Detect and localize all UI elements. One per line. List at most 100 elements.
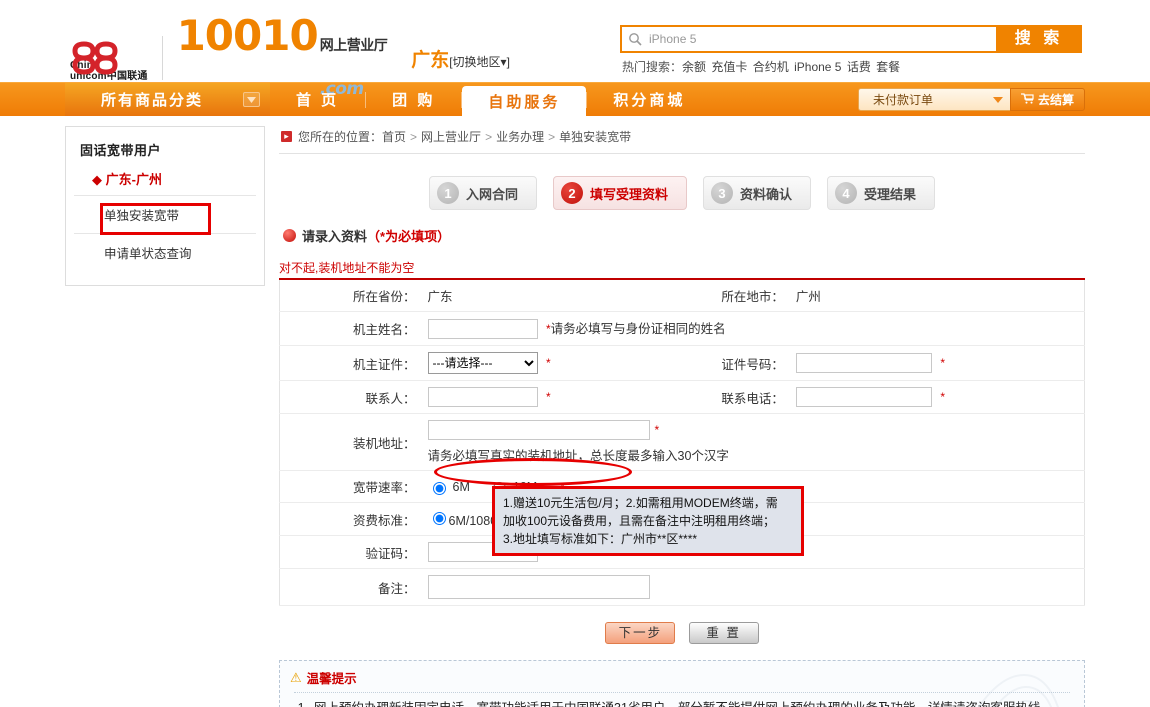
owner-name-label: 机主姓名： — [279, 311, 422, 346]
order-area: 未付款订单 去结算 — [857, 88, 1085, 111]
owner-id-type-select[interactable]: ---请选择--- — [427, 352, 538, 374]
main-nav: 所有商品分类 首 页 团 购 自助服务 积分商城 未付款订单 去结算 — [0, 82, 1150, 116]
hot-keyword[interactable]: 余额 — [682, 60, 706, 74]
required-star: * — [654, 423, 660, 437]
nav-item-home[interactable]: 首 页 — [270, 83, 365, 116]
contact-input[interactable] — [427, 387, 538, 407]
application-form: 所在省份： 广东 所在地市： 广州 机主姓名： *请务必填写与身份证相同的姓名 … — [279, 278, 1085, 606]
next-step-button[interactable]: 下一步 — [605, 622, 676, 644]
sidebar-region-label: 广东-广州 — [105, 172, 162, 187]
owner-id-no-cell: * — [789, 345, 1085, 381]
table-row-province-city: 所在省份： 广东 所在地市： 广州 — [279, 279, 1085, 312]
speed-radio-6m[interactable] — [432, 481, 446, 495]
nav-items: 首 页 团 购 自助服务 积分商城 — [270, 83, 711, 116]
step-label: 填写受理资料 — [589, 186, 668, 202]
form-actions: 下一步 重 置 — [279, 606, 1085, 658]
step-2[interactable]: 2 填写受理资料 — [552, 176, 687, 210]
nav-item-selfservice[interactable]: 自助服务 — [462, 86, 587, 116]
owner-id-no-input[interactable] — [795, 353, 932, 373]
table-row-id-type: 机主证件： ---请选择--- * 证件号码： * — [279, 345, 1085, 381]
search-icon — [628, 32, 642, 46]
hot-keyword[interactable]: 话费 — [847, 60, 871, 74]
owner-id-no-label: 证件号码： — [667, 345, 790, 381]
breadcrumb-item-current[interactable]: 单独安装宽带 — [559, 128, 631, 145]
site-header: China unicom中国联通 10010 网上营业厅 .com 广东 [切换… — [0, 0, 1150, 98]
all-categories-label: 所有商品分类 — [101, 92, 204, 109]
arrow-right-badge-icon: ▸ — [281, 131, 292, 142]
brand-sub-cn: 网上营业厅 — [319, 38, 388, 54]
checkout-label: 去结算 — [1037, 93, 1074, 107]
owner-id-type-label: 机主证件： — [279, 345, 422, 381]
contact-label: 联系人： — [279, 380, 422, 414]
entry-title-text: 请录入资料 — [302, 229, 368, 244]
region-selector[interactable]: 广东 [切换地区▾] — [411, 45, 510, 72]
checkout-button[interactable]: 去结算 — [1009, 88, 1085, 111]
table-row-install-address: 装机地址： * 请务必填写真实的装机地址，总长度最多输入30个汉字 — [279, 413, 1085, 471]
main-content: ▸ 您所在的位置： 首页 > 网上营业厅 > 业务办理 > 单独安装宽带 1 入… — [265, 126, 1085, 707]
remark-label: 备注： — [279, 568, 422, 606]
owner-name-input[interactable] — [427, 319, 538, 339]
remark-input[interactable] — [427, 575, 650, 599]
entry-title: 请录入资料（*为必填项） — [302, 226, 450, 245]
hot-keyword[interactable]: iPhone 5 — [794, 60, 841, 74]
chevron-down-icon — [243, 92, 260, 107]
speed-option-6m[interactable]: 6M — [453, 480, 470, 494]
china-unicom-logo[interactable]: China unicom中国联通 — [68, 34, 148, 82]
owner-id-type-cell: ---请选择--- * — [421, 345, 668, 381]
table-row-contact: 联系人： * 联系电话： * — [279, 380, 1085, 414]
breadcrumb-item-hall[interactable]: 网上营业厅 — [421, 128, 481, 145]
step-number: 1 — [436, 182, 459, 204]
tariff-radio[interactable] — [432, 512, 446, 525]
province-value: 广东 — [421, 279, 668, 312]
breadcrumb-prefix: 您所在的位置： — [298, 130, 383, 144]
unpaid-orders-select[interactable]: 未付款订单 — [857, 88, 1010, 111]
logo-divider — [161, 36, 163, 80]
nav-item-groupbuy[interactable]: 团 购 — [366, 83, 461, 116]
remark-cell — [421, 568, 1085, 606]
search-button[interactable]: 搜 索 — [996, 25, 1082, 53]
required-star: * — [940, 390, 945, 404]
region-name: 广东 — [411, 49, 450, 71]
table-row-owner-name: 机主姓名： *请务必填写与身份证相同的姓名 — [279, 311, 1085, 346]
cart-icon — [1020, 92, 1034, 107]
error-message: 对不起,装机地址不能为空 — [279, 261, 415, 275]
breadcrumb-separator: > — [410, 129, 418, 144]
breadcrumb-divider — [279, 153, 1085, 154]
tips-item-number: 1. — [294, 698, 308, 707]
hot-keyword[interactable]: 合约机 — [753, 60, 789, 74]
hot-keyword[interactable]: 充值卡 — [711, 60, 747, 74]
breadcrumb-item-services[interactable]: 业务办理 — [496, 128, 544, 145]
tooltip-line-2: 加收100元设备费用，且需在备注中注明租用终端； — [503, 514, 776, 528]
all-categories-button[interactable]: 所有商品分类 — [65, 83, 270, 116]
city-value: 广州 — [789, 279, 1085, 312]
step-4[interactable]: 4 受理结果 — [827, 176, 936, 210]
step-label: 资料确认 — [740, 186, 793, 202]
step-number: 4 — [835, 182, 858, 204]
owner-name-hint: 请务必填写与身份证相同的姓名 — [550, 322, 726, 336]
entry-required-note: （*为必填项） — [367, 229, 451, 244]
required-star: * — [545, 356, 551, 370]
install-address-hint: 请务必填写真实的装机地址，总长度最多输入30个汉字 — [427, 449, 729, 463]
breadcrumb-separator: > — [485, 129, 493, 144]
reset-button[interactable]: 重 置 — [688, 622, 759, 644]
search-input[interactable] — [647, 31, 996, 47]
hot-keyword[interactable]: 套餐 — [876, 60, 900, 74]
unicom-knot-icon — [68, 34, 122, 80]
sidebar-item-order-status[interactable]: 申请单状态查询 — [74, 234, 256, 271]
step-1[interactable]: 1 入网合同 — [428, 176, 537, 210]
nav-item-points-mall[interactable]: 积分商城 — [587, 83, 711, 116]
search-field[interactable] — [620, 25, 996, 53]
install-address-cell: * 请务必填写真实的装机地址，总长度最多输入30个汉字 — [421, 413, 1085, 471]
red-bullet-icon — [283, 229, 296, 242]
step-3[interactable]: 3 资料确认 — [703, 176, 812, 210]
breadcrumb-item-home[interactable]: 首页 — [382, 128, 406, 145]
phone-input[interactable] — [795, 387, 932, 407]
install-address-input[interactable] — [427, 420, 650, 440]
step-number: 3 — [711, 182, 733, 204]
chevron-down-icon — [992, 96, 1003, 103]
page-root: China unicom中国联通 10010 网上营业厅 .com 广东 [切换… — [0, 0, 1150, 707]
province-label: 所在省份： — [279, 279, 422, 312]
region-switch-link[interactable]: [切换地区▾] — [449, 53, 510, 70]
step-indicator: 1 入网合同 2 填写受理资料 3 资料确认 4 受理结果 — [279, 170, 1085, 224]
required-star: * — [545, 390, 551, 404]
